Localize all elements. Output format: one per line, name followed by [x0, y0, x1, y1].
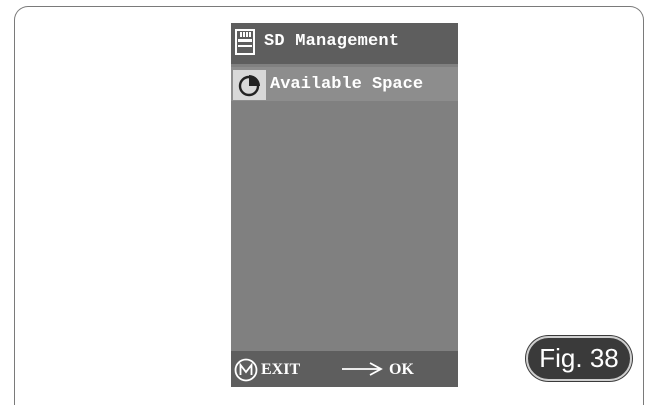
menu-item-label: Available Space	[270, 75, 424, 94]
sd-card-icon	[234, 29, 256, 55]
device-screen: SD Management Available Space EXIT OK	[231, 23, 458, 387]
header-bar: SD Management	[231, 23, 458, 64]
figure-label: Fig. 38	[526, 336, 632, 381]
right-arrow-icon[interactable]	[341, 361, 383, 382]
ok-button[interactable]: OK	[389, 361, 414, 379]
page-title: SD Management	[264, 32, 400, 51]
menu-item-available-space[interactable]: Available Space	[231, 67, 458, 101]
footer-bar: EXIT OK	[231, 351, 458, 387]
exit-button[interactable]: EXIT	[261, 361, 300, 379]
m-circle-icon[interactable]	[233, 358, 259, 387]
pie-chart-icon	[233, 70, 266, 100]
